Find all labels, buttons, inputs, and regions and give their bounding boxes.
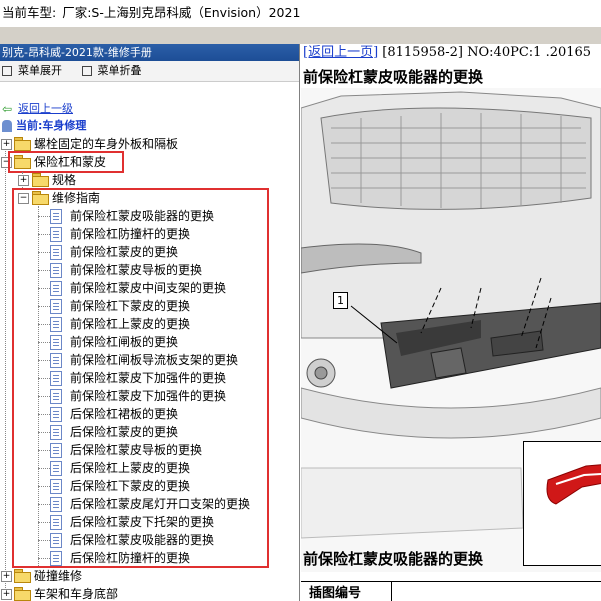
folder-icon bbox=[14, 137, 31, 151]
toolbar-strip bbox=[0, 27, 601, 44]
callout-number: 1 bbox=[333, 292, 348, 309]
doc-header: [返回上一页] [8115958-2] NO:40PC:1 .20165 bbox=[303, 44, 591, 61]
bumper-illustration: 1 bbox=[301, 88, 601, 572]
menu-expand-button[interactable]: 菜单展开 bbox=[2, 61, 62, 81]
current-vehicle-value: 厂家:S-上海别克昂科威（Envision）2021 bbox=[62, 5, 301, 20]
page-title: 前保险杠蒙皮吸能器的更换 bbox=[303, 68, 484, 86]
current-vehicle-bar: 当前车型: 厂家:S-上海别克昂科威（Envision）2021 bbox=[0, 0, 601, 27]
expand-toggle-icon[interactable]: + bbox=[1, 571, 12, 582]
collapse-icon bbox=[81, 66, 92, 76]
current-section: 当前:车身修理 bbox=[16, 119, 87, 132]
expand-toggle-icon[interactable]: + bbox=[1, 139, 12, 150]
expand-toggle-icon[interactable]: + bbox=[1, 589, 12, 600]
content-panel: [返回上一页] [8115958-2] NO:40PC:1 .20165 前保险… bbox=[301, 44, 601, 601]
tree-label: 规格 bbox=[52, 173, 77, 187]
inset-detail bbox=[523, 441, 601, 566]
menu-collapse-button[interactable]: 菜单折叠 bbox=[81, 61, 142, 81]
tree-label: 碰撞维修 bbox=[34, 569, 83, 583]
book-icon bbox=[2, 120, 12, 132]
absorber-detail-drawing bbox=[546, 464, 601, 505]
tree-label: 车架和车身底部 bbox=[34, 587, 119, 601]
current-vehicle-label: 当前车型: bbox=[2, 5, 57, 20]
expand-toggle-icon[interactable]: + bbox=[18, 175, 29, 186]
back-page-link[interactable]: [返回上一页] bbox=[303, 45, 378, 60]
section-title: 前保险杠蒙皮吸能器的更换 bbox=[303, 550, 484, 568]
tree-line bbox=[5, 144, 6, 601]
highlight-box-repair-guide bbox=[12, 188, 269, 568]
navigation-panel: 别克-昂科威-2021款-维修手册 菜单展开 菜单折叠 ⇦ 返回上一级 当前:车… bbox=[0, 44, 300, 601]
folder-icon bbox=[32, 173, 49, 187]
back-arrow-icon: ⇦ bbox=[2, 102, 13, 116]
manual-tree: ⇦ 返回上一级 当前:车身修理 + 螺栓固定的车身外板和隔板 − 保险杠和蒙皮 … bbox=[0, 82, 299, 601]
doc-info: [8115958-2] NO:40PC:1 .20165 bbox=[382, 45, 592, 60]
procedure-table: 插图编号 bbox=[301, 581, 601, 601]
folder-icon bbox=[14, 569, 31, 583]
back-link[interactable]: 返回上一级 bbox=[18, 100, 73, 118]
highlight-box-bumper bbox=[8, 151, 124, 173]
expand-icon bbox=[2, 66, 12, 76]
table-header-figure-number: 插图编号 bbox=[301, 582, 392, 601]
folder-icon bbox=[14, 587, 31, 601]
manual-title: 别克-昂科威-2021款-维修手册 bbox=[0, 44, 299, 61]
menu-toolbar: 菜单展开 菜单折叠 bbox=[0, 61, 299, 82]
